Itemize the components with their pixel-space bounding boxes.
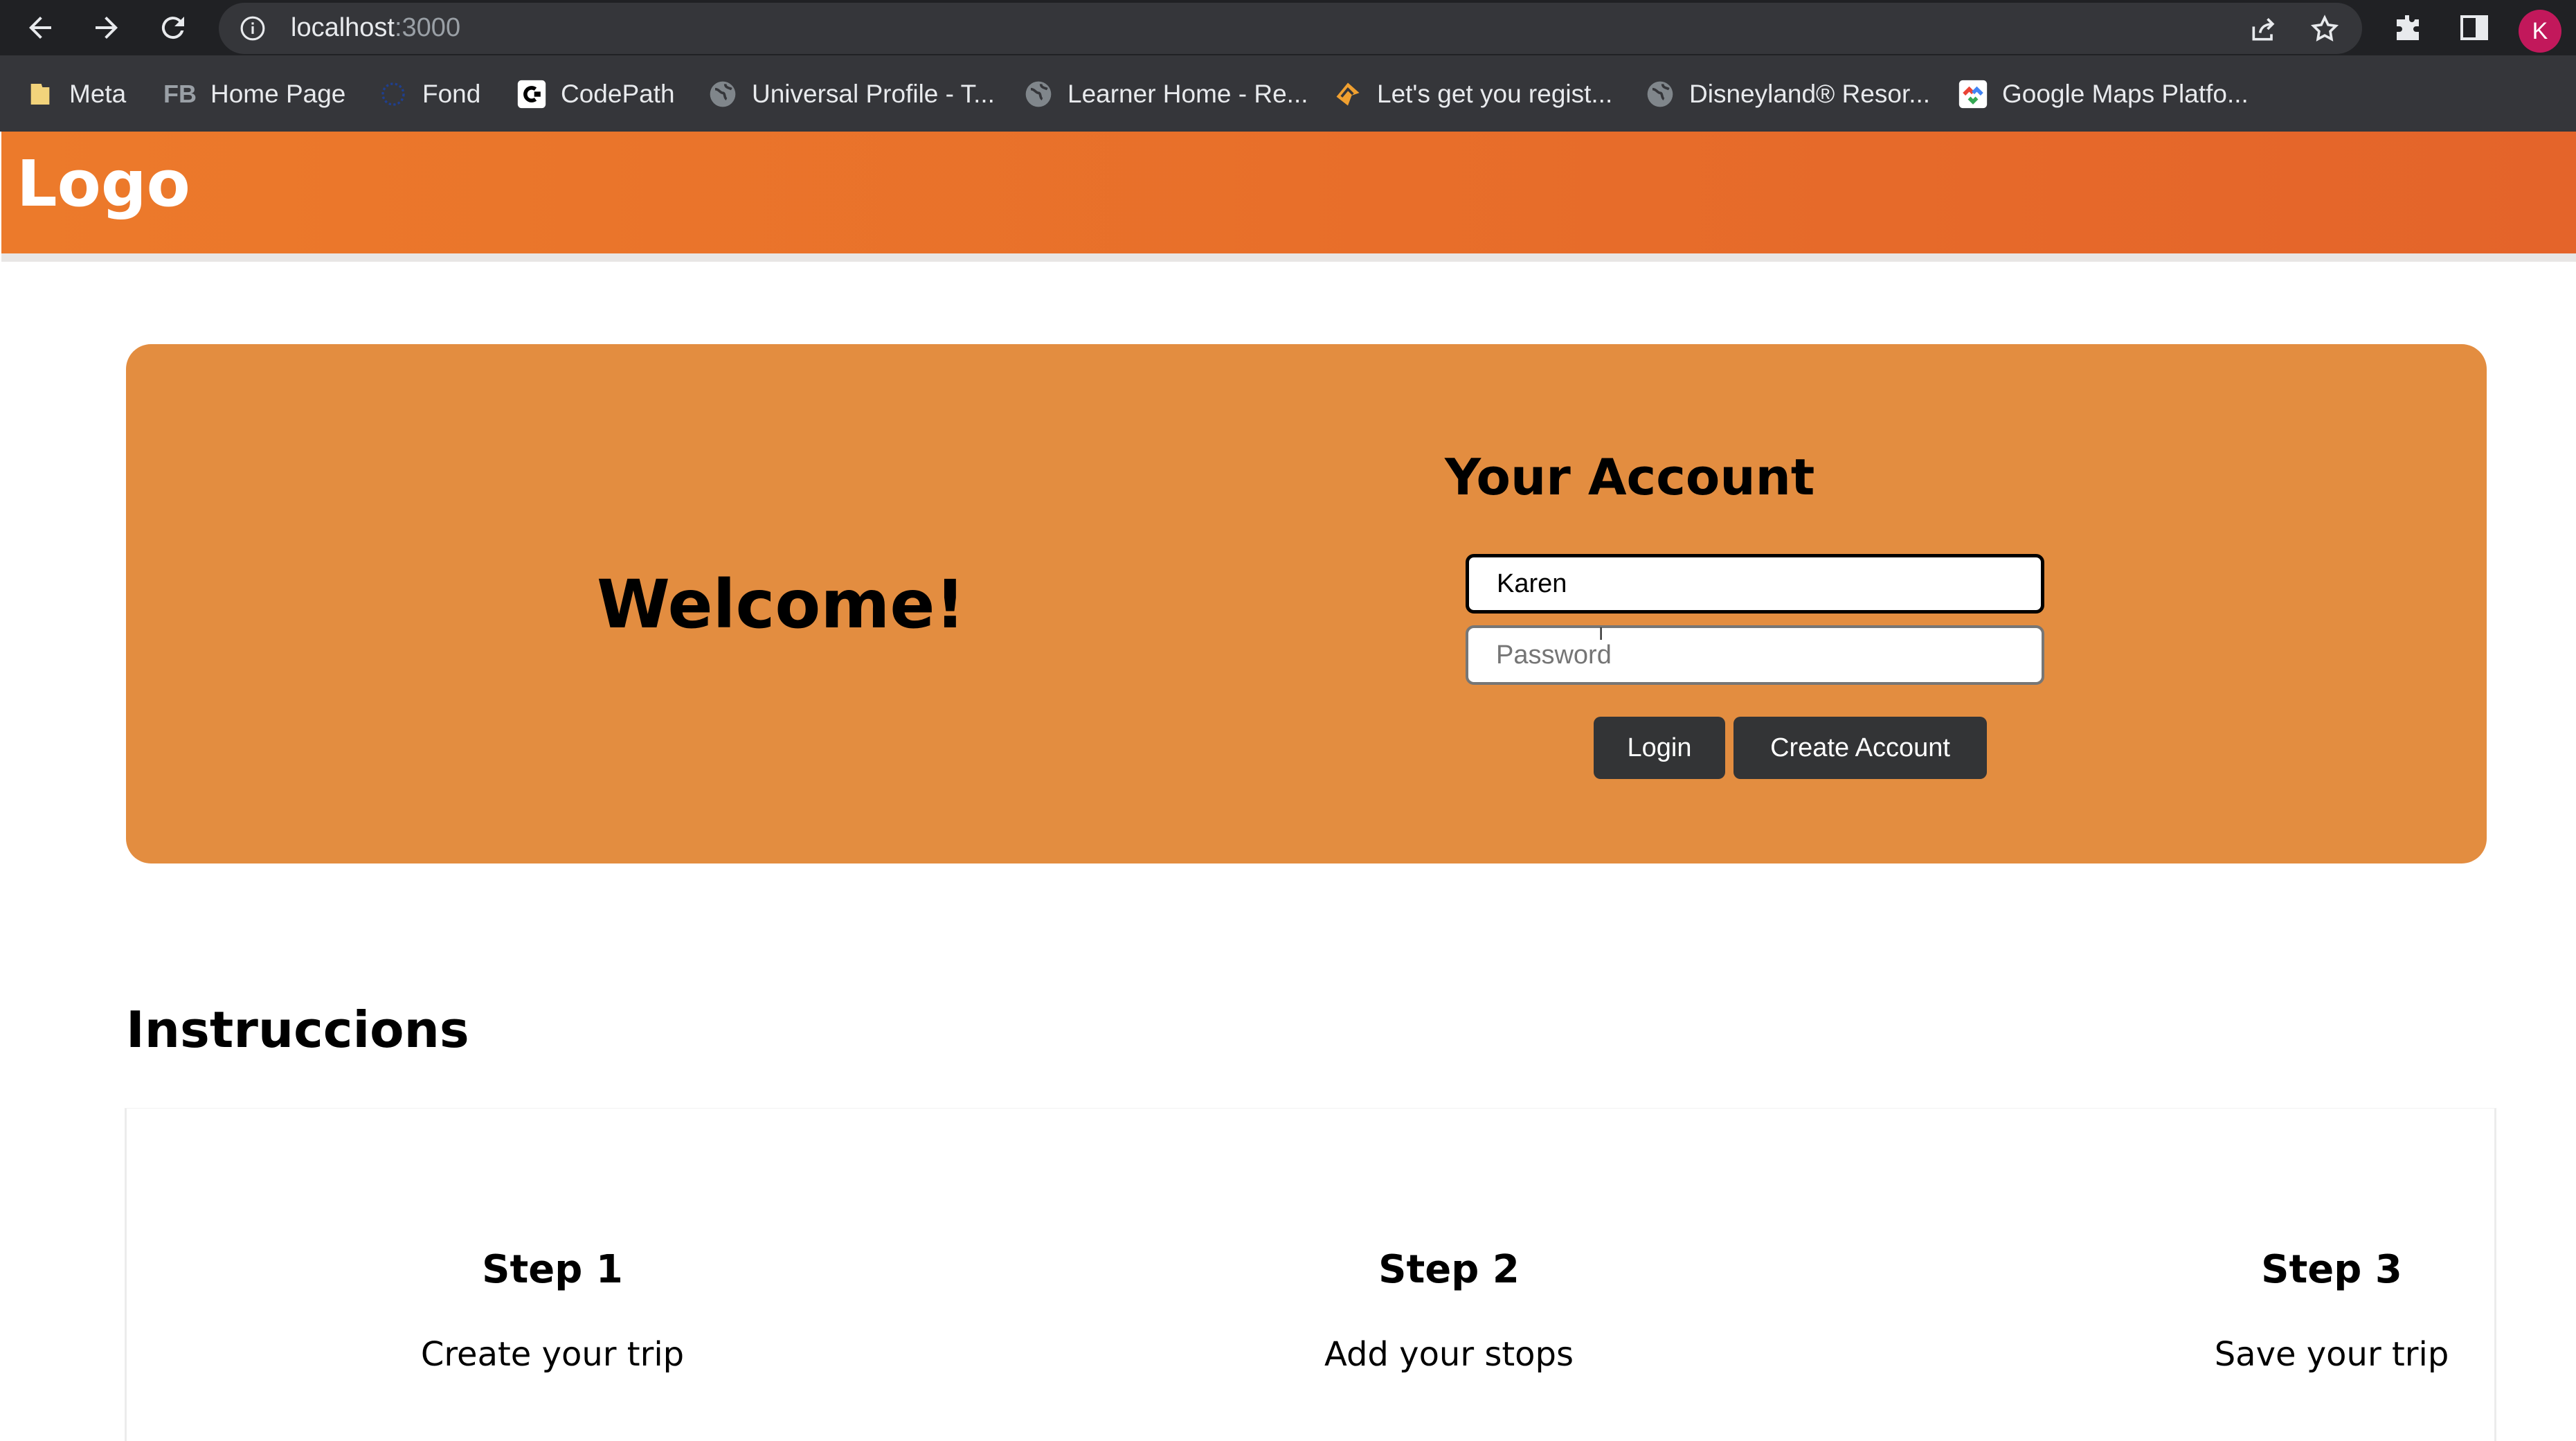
step-title: Step 1 [482, 1247, 623, 1292]
bookmark-label: CodePath [561, 80, 675, 108]
back-arrow-icon [29, 17, 51, 39]
share-icon[interactable] [2249, 14, 2279, 44]
username-input[interactable] [1466, 554, 2044, 614]
bookmark-label: Learner Home - Re... [1068, 80, 1308, 108]
bookmark-label: Home Page [210, 80, 346, 108]
fb-icon: FB [163, 80, 197, 108]
site-logo[interactable]: Logo [17, 147, 190, 221]
step-title: Step 3 [2261, 1247, 2402, 1292]
step-text: Create your trip [420, 1335, 685, 1374]
profile-avatar[interactable]: K [2519, 10, 2561, 53]
globe-icon [1645, 79, 1675, 109]
password-input[interactable] [1466, 625, 2044, 685]
bookmarks-bar: Meta FB Home Page Fond CodePath Universa… [0, 55, 2576, 132]
address-bar[interactable]: localhost:3000 [219, 3, 2362, 54]
ticket-icon [1333, 79, 1363, 109]
codepath-icon [516, 79, 547, 109]
back-button[interactable] [19, 7, 61, 48]
bookmark-google-maps-platform[interactable]: Google Maps Platfo... [1958, 78, 2249, 111]
url-text: localhost:3000 [291, 13, 461, 42]
globe-icon [708, 79, 738, 109]
instructions-title: Instruccions [126, 1001, 469, 1059]
bookmark-star-icon[interactable] [2309, 14, 2340, 44]
step-title: Step 2 [1378, 1247, 1520, 1292]
site-header: Logo [1, 132, 2576, 253]
site-info-icon[interactable] [240, 15, 266, 42]
forward-button[interactable] [86, 7, 127, 48]
bookmark-label: Meta [69, 80, 127, 108]
welcome-heading: Welcome! [597, 566, 966, 643]
bookmark-meta[interactable]: Meta [25, 78, 126, 111]
text-cursor-icon: I [1598, 623, 1604, 644]
bookmark-label: Let's get you regist... [1377, 80, 1613, 108]
header-divider [1, 253, 2576, 262]
step-card: Step 1 Create your trip [310, 1247, 795, 1374]
folder-icon [25, 79, 55, 109]
globe-icon [1023, 79, 1054, 109]
bookmark-universal-profile[interactable]: Universal Profile - T... [708, 78, 995, 111]
login-button[interactable]: Login [1594, 717, 1725, 779]
bookmark-lets-get-you-registered[interactable]: Let's get you regist... [1333, 78, 1612, 111]
create-account-button[interactable]: Create Account [1733, 717, 1987, 779]
bookmark-fond[interactable]: Fond [378, 78, 480, 111]
step-card: Step 3 Save your trip [2089, 1247, 2574, 1374]
browser-toolbar: localhost:3000 K [0, 0, 2576, 55]
bookmark-label: Disneyland® Resor... [1689, 80, 1931, 108]
hero-card: Welcome! Your Account Login Create Accou… [126, 344, 2487, 863]
step-text: Add your stops [1324, 1335, 1574, 1374]
bookmark-home-page[interactable]: FB Home Page [163, 78, 345, 111]
bookmark-codepath[interactable]: CodePath [516, 78, 675, 111]
reload-button[interactable] [152, 7, 194, 48]
bookmark-label: Google Maps Platfo... [2002, 80, 2249, 108]
bookmark-label: Fond [422, 80, 481, 108]
bookmark-label: Universal Profile - T... [752, 80, 995, 108]
side-panel-icon[interactable] [2458, 11, 2491, 44]
steps-container: Step 1 Create your trip Step 2 Add your … [125, 1108, 2496, 1441]
step-text: Save your trip [2214, 1335, 2449, 1374]
reload-icon [161, 17, 184, 39]
google-maps-icon [1958, 79, 1988, 109]
globe-dots-icon [378, 79, 408, 109]
extensions-icon[interactable] [2391, 11, 2424, 44]
bookmark-disneyland[interactable]: Disneyland® Resor... [1645, 78, 1930, 111]
account-title: Your Account [1445, 448, 1815, 506]
forward-arrow-icon [96, 17, 118, 39]
step-card: Step 2 Add your stops [1207, 1247, 1691, 1374]
bookmark-learner-home[interactable]: Learner Home - Re... [1023, 78, 1308, 111]
